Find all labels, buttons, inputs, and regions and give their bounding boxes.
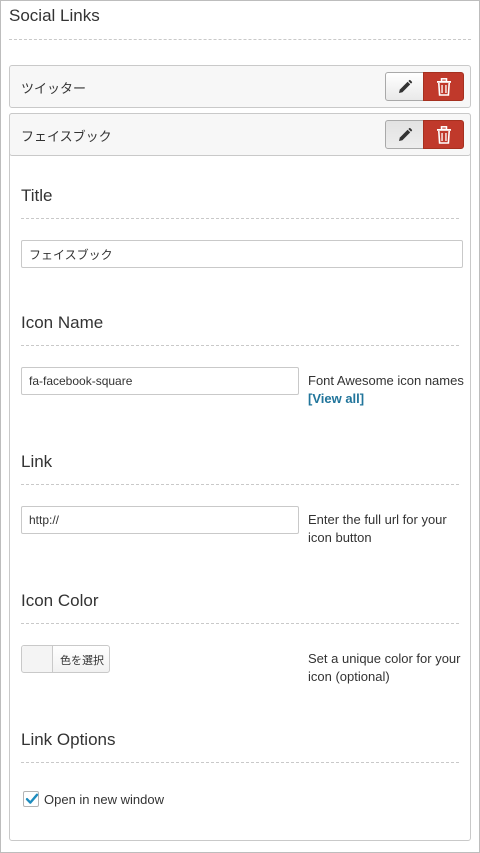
icon-color-help-text: Set a unique color for your icon (option… bbox=[308, 651, 461, 684]
pencil-icon bbox=[397, 127, 413, 143]
color-swatch bbox=[22, 646, 53, 672]
item-actions bbox=[385, 120, 465, 149]
section-divider bbox=[21, 484, 459, 485]
link-options-section-heading: Link Options bbox=[21, 730, 116, 749]
widget-heading: Social Links bbox=[9, 6, 100, 25]
link-item-label: フェイスブック bbox=[21, 129, 112, 144]
icon-name-help: Font Awesome icon names [View all] bbox=[308, 372, 468, 408]
view-all-link[interactable]: [View all] bbox=[308, 391, 364, 406]
title-section-heading: Title bbox=[21, 186, 53, 205]
social-links-widget: Social Links ツイッター フェイスブック Title フェイスブック… bbox=[0, 0, 480, 853]
link-item-twitter[interactable]: ツイッター bbox=[9, 65, 471, 108]
icon-name-help-text: Font Awesome icon names bbox=[308, 373, 464, 388]
link-url-input[interactable] bbox=[21, 506, 299, 534]
icon-name-section-heading: Icon Name bbox=[21, 313, 104, 332]
delete-button[interactable] bbox=[423, 120, 464, 149]
section-divider bbox=[21, 345, 459, 346]
section-divider bbox=[21, 762, 459, 763]
open-new-window-option: Open in new window bbox=[23, 790, 164, 808]
item-actions bbox=[385, 72, 465, 101]
link-item-facebook-expanded: フェイスブック Title フェイスブック Icon Name fa-faceb… bbox=[9, 113, 471, 841]
pencil-icon bbox=[397, 79, 413, 95]
icon-color-section-heading: Icon Color bbox=[21, 591, 99, 610]
edit-button[interactable] bbox=[385, 120, 424, 149]
link-section-heading: Link bbox=[21, 452, 53, 471]
open-new-window-label: Open in new window bbox=[44, 791, 164, 807]
link-item-label: ツイッター bbox=[21, 81, 87, 96]
open-new-window-checkbox[interactable] bbox=[23, 791, 39, 807]
color-picker-label: 色を選択 bbox=[60, 655, 104, 667]
trash-icon bbox=[436, 125, 452, 144]
color-picker-button[interactable]: 色を選択 bbox=[21, 645, 110, 673]
trash-icon bbox=[436, 77, 452, 96]
icon-name-input[interactable] bbox=[21, 367, 299, 395]
title-input[interactable] bbox=[21, 240, 463, 268]
section-divider bbox=[21, 623, 459, 624]
heading-divider bbox=[9, 39, 471, 40]
link-help-text: Enter the full url for your icon button bbox=[308, 512, 447, 545]
section-divider bbox=[21, 218, 459, 219]
link-item-facebook[interactable]: フェイスブック bbox=[9, 113, 471, 156]
edit-button[interactable] bbox=[385, 72, 424, 101]
delete-button[interactable] bbox=[423, 72, 464, 101]
